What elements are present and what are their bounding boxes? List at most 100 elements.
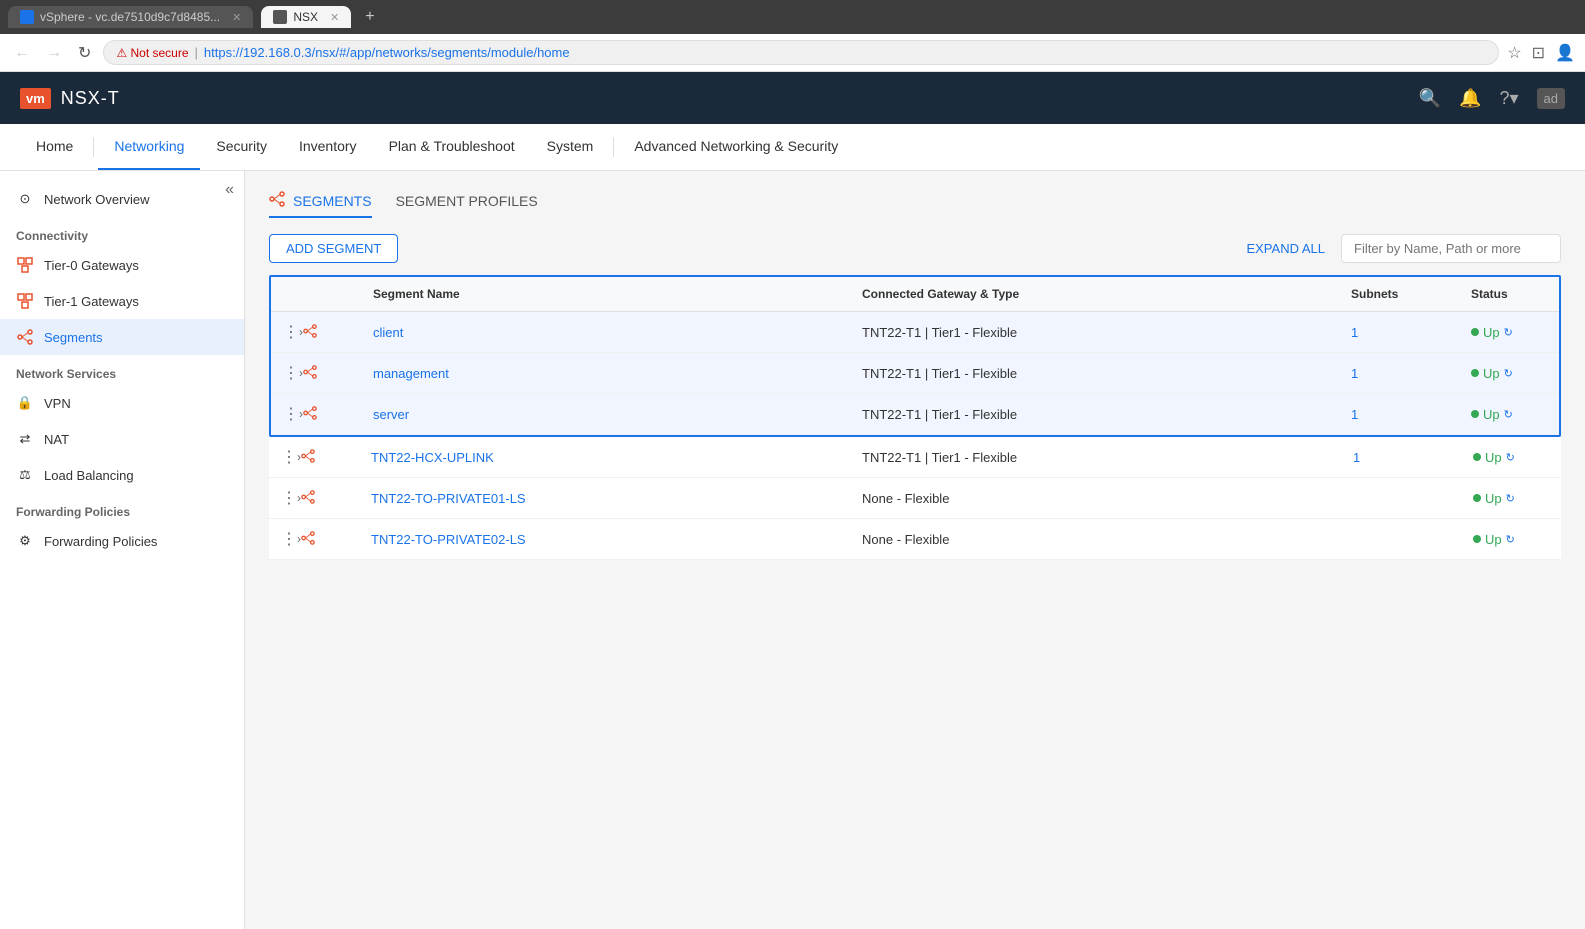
refresh-status-icon[interactable]: ↻	[1504, 326, 1513, 339]
forward-button[interactable]: →	[42, 42, 66, 64]
address-bar: ← → ↻ ⚠ Not secure | https://192.168.0.3…	[0, 34, 1585, 72]
tab-segments[interactable]: SEGMENTS	[269, 191, 372, 218]
refresh-button[interactable]: ↻	[74, 41, 95, 65]
nsx-favicon	[273, 10, 287, 24]
nav-bar: Home Networking Security Inventory Plan …	[0, 124, 1585, 171]
bookmark-icon[interactable]: ☆	[1507, 43, 1521, 63]
row-name[interactable]: client	[361, 315, 850, 350]
row-menu-icon[interactable]: ⋮	[281, 447, 297, 467]
main-layout: « ⊙ Network Overview Connectivity Tier-0…	[0, 171, 1585, 929]
expand-all-button[interactable]: EXPAND ALL	[1246, 241, 1325, 256]
row-status: Up ↻	[1459, 397, 1559, 432]
vmware-logo: vm	[20, 88, 51, 109]
col-header-actions	[271, 277, 361, 311]
row-subnets: 1	[1339, 397, 1459, 432]
status-text: Up	[1485, 532, 1502, 547]
nsx-tab-close[interactable]: ✕	[330, 11, 339, 24]
sidebar-item-forwarding-policies[interactable]: ⚙ Forwarding Policies	[0, 523, 244, 559]
row-name[interactable]: TNT22-TO-PRIVATE01-LS	[359, 481, 850, 516]
table-row: ⋮ › TNT22-TO-PRIVATE01-LS None - Flexibl…	[269, 478, 1561, 519]
tab-vsphere[interactable]: vSphere - vc.de7510d9c7d8485... ✕	[8, 6, 253, 28]
segment-profiles-tab-label: SEGMENT PROFILES	[396, 193, 538, 209]
sidebar-item-label: Network Overview	[44, 192, 149, 207]
sidebar-item-load-balancing[interactable]: ⚖ Load Balancing	[0, 457, 244, 493]
row-menu-icon[interactable]: ⋮	[283, 322, 299, 342]
segment-type-icon	[303, 365, 317, 382]
sidebar-item-segments[interactable]: Segments	[0, 319, 244, 355]
subnet-count[interactable]: 1	[1351, 325, 1358, 340]
row-name[interactable]: TNT22-TO-PRIVATE02-LS	[359, 522, 850, 557]
sidebar-item-network-overview[interactable]: ⊙ Network Overview	[0, 181, 244, 217]
table-header: Segment Name Connected Gateway & Type Su…	[271, 277, 1559, 312]
row-menu-icon[interactable]: ⋮	[283, 404, 299, 424]
nat-icon: ⇄	[16, 430, 34, 448]
row-subnets: 1	[1339, 356, 1459, 391]
segment-type-icon	[303, 406, 317, 423]
status-dot	[1471, 410, 1479, 418]
row-name[interactable]: server	[361, 397, 850, 432]
row-name[interactable]: management	[361, 356, 850, 391]
sidebar-item-tier0[interactable]: Tier-0 Gateways	[0, 247, 244, 283]
segments-table-highlighted: Segment Name Connected Gateway & Type Su…	[269, 275, 1561, 437]
sidebar-item-label: Segments	[44, 330, 103, 345]
nav-advanced[interactable]: Advanced Networking & Security	[618, 124, 854, 170]
row-gateway: TNT22-T1 | Tier1 - Flexible	[850, 440, 1341, 475]
refresh-status-icon[interactable]: ↻	[1506, 533, 1515, 546]
row-menu-icon[interactable]: ⋮	[281, 529, 297, 549]
sidebar-item-tier1[interactable]: Tier-1 Gateways	[0, 283, 244, 319]
vsphere-tab-close[interactable]: ✕	[232, 11, 241, 24]
row-status: Up ↻	[1461, 481, 1561, 516]
row-status: Up ↻	[1461, 522, 1561, 557]
search-icon[interactable]: 🔍	[1419, 88, 1441, 109]
subnet-count[interactable]: 1	[1351, 407, 1358, 422]
sidebar-item-label: Forwarding Policies	[44, 534, 157, 549]
forwarding-policies-section-label: Forwarding Policies	[0, 493, 244, 523]
tier1-icon	[16, 292, 34, 310]
row-gateway: TNT22-T1 | Tier1 - Flexible	[850, 356, 1339, 391]
nav-networking[interactable]: Networking	[98, 124, 200, 170]
profile-icon[interactable]: 👤	[1555, 43, 1575, 63]
row-menu-icon[interactable]: ⋮	[283, 363, 299, 383]
help-icon[interactable]: ?▾	[1499, 88, 1518, 109]
segments-icon	[16, 328, 34, 346]
url-box[interactable]: ⚠ Not secure | https://192.168.0.3/nsx/#…	[103, 40, 1499, 65]
nav-plan[interactable]: Plan & Troubleshoot	[373, 124, 531, 170]
row-actions: ⋮ ›	[269, 478, 359, 518]
nav-system[interactable]: System	[531, 124, 610, 170]
status-dot	[1471, 369, 1479, 377]
table-row: ⋮ › TNT22-TO-PRIVATE02-LS None - Flexibl…	[269, 519, 1561, 560]
sidebar-collapse-button[interactable]: «	[225, 181, 234, 199]
segments-table-outer: ⋮ › TNT22-HCX-UPLINK TNT22-T1 | Tier1 - …	[269, 437, 1561, 560]
toolbar: ADD SEGMENT EXPAND ALL	[269, 234, 1561, 263]
sidebar-item-label: Load Balancing	[44, 468, 134, 483]
nav-security[interactable]: Security	[200, 124, 283, 170]
extensions-icon[interactable]: ⊡	[1532, 43, 1545, 63]
refresh-status-icon[interactable]: ↻	[1504, 408, 1513, 421]
subnet-count[interactable]: 1	[1353, 450, 1360, 465]
new-tab-button[interactable]: +	[359, 8, 380, 26]
sidebar-item-nat[interactable]: ⇄ NAT	[0, 421, 244, 457]
back-button[interactable]: ←	[10, 42, 34, 64]
segments-tab-label: SEGMENTS	[293, 193, 372, 209]
nav-inventory[interactable]: Inventory	[283, 124, 373, 170]
row-name[interactable]: TNT22-HCX-UPLINK	[359, 440, 850, 475]
tab-segment-profiles[interactable]: SEGMENT PROFILES	[396, 193, 538, 217]
add-segment-button[interactable]: ADD SEGMENT	[269, 234, 398, 263]
tab-nsx[interactable]: NSX ✕	[261, 6, 351, 28]
notifications-icon[interactable]: 🔔	[1459, 88, 1481, 109]
sidebar-item-vpn[interactable]: 🔒 VPN	[0, 385, 244, 421]
row-menu-icon[interactable]: ⋮	[281, 488, 297, 508]
user-avatar[interactable]: ad	[1537, 88, 1565, 109]
vpn-icon: 🔒	[16, 394, 34, 412]
refresh-status-icon[interactable]: ↻	[1506, 492, 1515, 505]
filter-input[interactable]	[1341, 234, 1561, 263]
nav-home[interactable]: Home	[20, 124, 89, 170]
refresh-status-icon[interactable]: ↻	[1504, 367, 1513, 380]
row-gateway: TNT22-T1 | Tier1 - Flexible	[850, 397, 1339, 432]
status-dot	[1471, 328, 1479, 336]
subnet-count[interactable]: 1	[1351, 366, 1358, 381]
table-row: ⋮ › TNT22-HCX-UPLINK TNT22-T1 | Tier1 - …	[269, 437, 1561, 478]
refresh-status-icon[interactable]: ↻	[1506, 451, 1515, 464]
segment-type-icon	[301, 490, 315, 507]
app-logo: vm NSX-T	[20, 88, 120, 109]
